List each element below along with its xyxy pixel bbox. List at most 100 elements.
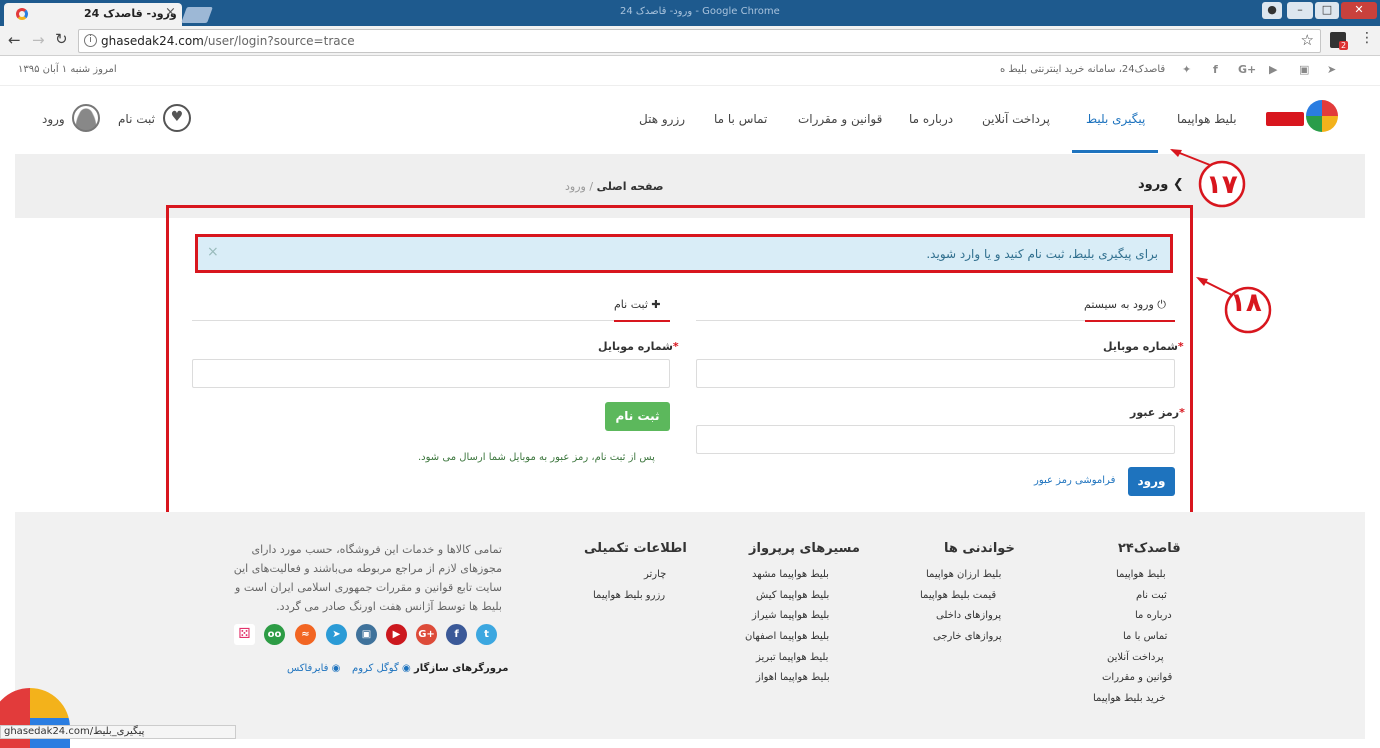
bookmark-star-icon[interactable]: ☆ xyxy=(1301,31,1314,49)
site-slogan: قاصدک24، سامانه خرید اینترنتی بلیط ه xyxy=(1000,64,1166,75)
footer-link[interactable]: پرداخت آنلاین xyxy=(1107,652,1164,663)
footer-link[interactable]: چارتر xyxy=(644,569,666,580)
footer-about-line: مجوزهای لازم از مراجع مربوطه می‌باشند و … xyxy=(233,562,502,575)
url-text: ghasedak24.com/user/login?source=trace xyxy=(101,34,355,48)
footer-link[interactable]: بلیط هواپیما تبریز xyxy=(756,652,828,663)
register-mobile-label-text: شماره موبایل xyxy=(598,340,673,353)
footer-col1-title: قاصدک۲۴ xyxy=(1118,541,1181,556)
close-window-button[interactable]: ✕ xyxy=(1341,2,1377,19)
telegram-icon[interactable]: ➤ xyxy=(1327,63,1336,76)
browser-toolbar: ← → ↻ i ghasedak24.com/user/login?source… xyxy=(0,26,1380,56)
required-mark: * xyxy=(672,340,679,353)
browsers-label: مرورگرهای سازگار xyxy=(414,663,509,674)
reload-icon[interactable]: ↻ xyxy=(55,30,68,48)
site-logo[interactable] xyxy=(1266,98,1340,134)
address-bar[interactable]: i ghasedak24.com/user/login?source=trace… xyxy=(78,29,1321,53)
login-password-input[interactable] xyxy=(696,425,1175,454)
chrome-menu-icon[interactable]: ⋮ xyxy=(1360,30,1374,46)
login-submit-button[interactable]: ورود xyxy=(1128,467,1175,496)
login-mobile-input[interactable] xyxy=(696,359,1175,388)
nav-rules[interactable]: قوانین و مقررات xyxy=(798,112,882,126)
nav-track-ticket[interactable]: پیگیری بلیط xyxy=(1086,112,1145,126)
url-path: /user/login?source=trace xyxy=(203,34,355,48)
browser-tab[interactable]: ورود- قاصدک 24 × xyxy=(4,3,182,26)
google-plus-icon[interactable]: G+ xyxy=(416,624,437,645)
breadcrumb-current: ورود xyxy=(565,180,586,193)
firefox-link[interactable]: ◉ فایرفاکس xyxy=(287,663,340,674)
facebook-icon[interactable]: f xyxy=(1213,63,1218,76)
forward-icon[interactable]: → xyxy=(32,31,45,49)
footer-link[interactable]: ثبت نام xyxy=(1136,590,1167,601)
footer-about: تمامی کالاها و خدمات این فروشگاه، حسب مو… xyxy=(226,540,502,616)
nav-about[interactable]: درباره ما xyxy=(909,112,953,126)
twitter-icon[interactable]: ✦ xyxy=(1182,63,1191,76)
logo-flower-icon xyxy=(1306,100,1338,132)
user-avatar-icon[interactable] xyxy=(72,104,100,132)
login-heading: ⏻ ورود به سیستم xyxy=(1084,298,1166,312)
nav-online-payment[interactable]: پرداخت آنلاین xyxy=(982,112,1050,126)
youtube-icon[interactable]: ▶ xyxy=(1269,63,1277,76)
footer-link[interactable]: تماس با ما xyxy=(1123,631,1167,642)
tripadvisor-icon[interactable]: oo xyxy=(264,624,285,645)
breadcrumb-home[interactable]: صفحه اصلی xyxy=(597,180,664,193)
footer-link[interactable]: درباره ما xyxy=(1135,610,1172,621)
back-icon[interactable]: ← xyxy=(8,31,21,49)
firefox-icon: ◉ xyxy=(331,663,341,674)
tab-close-icon[interactable]: × xyxy=(165,5,176,20)
register-mobile-input[interactable] xyxy=(192,359,670,388)
minimize-button[interactable]: – xyxy=(1287,2,1313,19)
alert-box: × برای پیگیری بلیط، ثبت نام کنید و یا وا… xyxy=(195,234,1173,273)
facebook-icon[interactable]: f xyxy=(446,624,467,645)
footer-link[interactable]: رزرو بلیط هواپیما xyxy=(593,590,665,601)
alert-close-icon[interactable]: × xyxy=(207,244,219,260)
footer-link[interactable]: قیمت بلیط هواپیما xyxy=(920,590,996,601)
register-note: پس از ثبت نام، رمز عبور به موبایل شما ار… xyxy=(418,452,655,463)
instagram-icon[interactable]: ▣ xyxy=(1299,63,1309,76)
footer-link[interactable]: بلیط هواپیما xyxy=(1116,569,1166,580)
window-title: ورود- قاصدک 24 - Google Chrome xyxy=(620,6,780,17)
footer-link[interactable]: بلیط هواپیما مشهد xyxy=(752,569,829,580)
footer-link[interactable]: قوانین و مقررات xyxy=(1102,672,1172,683)
nav-login[interactable]: ورود xyxy=(42,112,65,126)
status-bar: ghasedak24.com/پیگیری_بلیط xyxy=(0,725,236,739)
google-plus-icon[interactable]: G+ xyxy=(1238,63,1256,76)
chrome-link[interactable]: ◉ گوگل کروم xyxy=(352,663,411,674)
user-menu-icon[interactable]: ● xyxy=(1262,2,1282,19)
footer-link[interactable]: پروازهای خارجی xyxy=(933,631,1002,642)
footer-link[interactable]: خرید بلیط هواپیما xyxy=(1093,693,1166,704)
footer-about-line: تمامی کالاها و خدمات این فروشگاه، حسب مو… xyxy=(251,543,502,556)
register-heading: ✚ ثبت نام xyxy=(614,298,661,311)
info-icon[interactable]: i xyxy=(84,34,97,47)
twitter-icon[interactable]: t xyxy=(476,624,497,645)
register-heart-icon[interactable]: ♥ xyxy=(163,104,191,132)
footer-link[interactable]: بلیط هواپیما شیراز xyxy=(752,610,829,621)
new-tab-button[interactable] xyxy=(181,7,213,23)
nav-hotel[interactable]: رزرو هتل xyxy=(639,112,685,126)
nav-contact[interactable]: تماس با ما xyxy=(714,112,767,126)
register-mobile-label: *شماره موبایل xyxy=(598,340,679,353)
nav-flight-ticket[interactable]: بلیط هواپیما xyxy=(1177,112,1237,126)
date-text: امروز شنبه ۱ آبان ۱۳۹۵ xyxy=(18,64,117,75)
forgot-password-link[interactable]: فراموشی رمز عبور xyxy=(1034,475,1115,486)
footer-about-line: بلیط ها توسط آژانس هفت اورنگ صادر می گرد… xyxy=(276,600,502,613)
nav-register[interactable]: ثبت نام xyxy=(118,112,155,126)
annotation-number-18: ۱۸ xyxy=(1230,288,1262,318)
footer-about-line: سایت تابع قوانین و مقررات جمهوری اسلامی … xyxy=(235,581,502,594)
maximize-button[interactable]: □ xyxy=(1315,2,1339,19)
footer-link[interactable]: بلیط ارزان هواپیما xyxy=(926,569,1001,580)
login-divider-accent xyxy=(1085,320,1175,322)
instagram-icon[interactable]: ▣ xyxy=(356,624,377,645)
footer-link[interactable]: بلیط هواپیما اهواز xyxy=(756,672,830,683)
footer-link[interactable]: بلیط هواپیما اصفهان xyxy=(745,631,829,642)
required-mark: * xyxy=(1177,340,1184,353)
rss-icon[interactable]: ≈ xyxy=(295,624,316,645)
footer-link[interactable]: پروازهای داخلی xyxy=(936,610,1001,621)
dice-icon[interactable]: ⚄ xyxy=(234,624,255,645)
telegram-icon[interactable]: ➤ xyxy=(326,624,347,645)
footer-link[interactable]: بلیط هواپیما کیش xyxy=(756,590,829,601)
youtube-icon[interactable]: ▶ xyxy=(386,624,407,645)
register-submit-button[interactable]: ثبت نام xyxy=(605,402,670,431)
firefox-link-text: فایرفاکس xyxy=(287,663,329,674)
required-mark: * xyxy=(1179,406,1185,419)
tab-title: ورود- قاصدک 24 xyxy=(84,7,177,20)
